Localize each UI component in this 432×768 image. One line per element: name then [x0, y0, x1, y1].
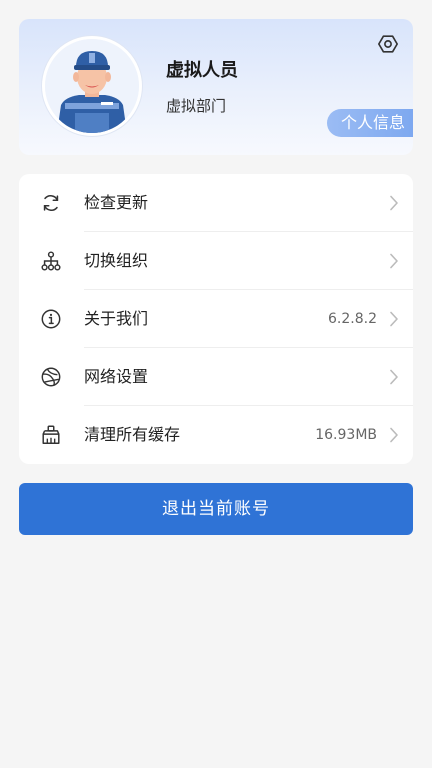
- refresh-icon: [43, 195, 59, 211]
- settings-menu: 检查更新 切换组织 关于我们 6.2.8.2 网络设置 清理所有缓存 16.93…: [19, 174, 413, 464]
- menu-item-label: 切换组织: [84, 251, 149, 270]
- chevron-right-icon: [390, 195, 398, 211]
- menu-item-check-update[interactable]: 检查更新: [19, 174, 413, 232]
- broom-icon: [42, 425, 60, 444]
- chevron-right-icon: [390, 311, 398, 327]
- avatar[interactable]: [42, 36, 142, 136]
- chevron-right-icon: [390, 427, 398, 443]
- user-department: 虚拟部门: [166, 97, 227, 115]
- profile-info-button[interactable]: 个人信息: [327, 109, 413, 137]
- menu-item-switch-org[interactable]: 切换组织: [19, 232, 413, 290]
- chevron-right-icon: [390, 369, 398, 385]
- menu-item-about-us[interactable]: 关于我们 6.2.8.2: [19, 290, 413, 348]
- settings-icon[interactable]: [377, 33, 399, 55]
- cache-size-text: 16.93MB: [315, 427, 377, 443]
- user-name: 虚拟人员: [166, 60, 238, 81]
- menu-item-label: 关于我们: [84, 309, 149, 328]
- chevron-right-icon: [390, 253, 398, 269]
- profile-card: 虚拟人员 虚拟部门 个人信息: [19, 19, 413, 155]
- org-tree-icon: [41, 251, 61, 271]
- worker-avatar-icon: [45, 39, 139, 133]
- menu-item-label: 清理所有缓存: [84, 425, 181, 444]
- logout-button[interactable]: 退出当前账号: [19, 483, 413, 535]
- version-text: 6.2.8.2: [328, 311, 377, 327]
- info-icon: [41, 309, 61, 329]
- menu-item-label: 检查更新: [84, 193, 149, 212]
- network-icon: [41, 367, 61, 387]
- menu-item-label: 网络设置: [84, 367, 149, 386]
- menu-item-network-settings[interactable]: 网络设置: [19, 348, 413, 406]
- menu-item-clear-cache[interactable]: 清理所有缓存 16.93MB: [19, 406, 413, 464]
